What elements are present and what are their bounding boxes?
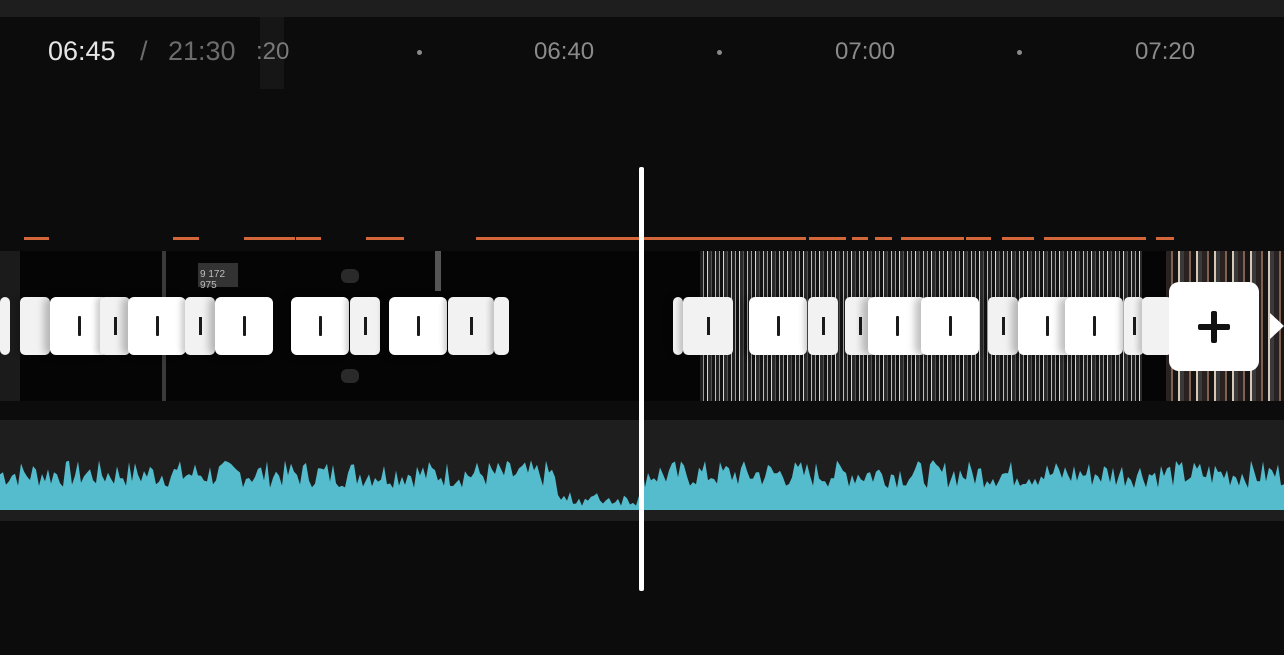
video-thumbnail xyxy=(435,251,441,291)
playhead[interactable] xyxy=(639,167,644,591)
video-thumbnail: 9 172 975 xyxy=(198,263,238,291)
total-duration: 21:30 xyxy=(168,36,236,66)
trim-handle-icon[interactable] xyxy=(350,297,380,355)
trim-handle-icon[interactable] xyxy=(128,297,186,355)
trim-handle-icon[interactable] xyxy=(389,297,447,355)
time-separator: / xyxy=(140,36,148,66)
ruler-tick-label: 06:40 xyxy=(534,38,595,65)
marker[interactable] xyxy=(244,237,295,240)
ruler-dot xyxy=(417,50,422,55)
trim-handle-icon[interactable] xyxy=(988,297,1018,355)
marker[interactable] xyxy=(1002,237,1034,240)
ruler-tick-label: 07:00 xyxy=(835,38,896,65)
trim-handle-icon[interactable] xyxy=(683,297,733,355)
trim-handle-icon[interactable] xyxy=(215,297,273,355)
marker[interactable] xyxy=(809,237,846,240)
marker[interactable] xyxy=(296,237,321,240)
video-thumbnail xyxy=(341,269,359,283)
ruler-dot xyxy=(1017,50,1022,55)
marker[interactable] xyxy=(966,237,991,240)
marker[interactable] xyxy=(173,237,199,240)
trim-handle-icon[interactable] xyxy=(100,297,130,355)
marker[interactable] xyxy=(901,237,964,240)
ruler-dot xyxy=(717,50,722,55)
trim-handle-icon[interactable] xyxy=(185,297,215,355)
trim-handle-icon[interactable] xyxy=(1142,297,1172,355)
marker[interactable] xyxy=(1156,237,1174,240)
trim-handle-icon[interactable] xyxy=(0,297,10,355)
trim-handle-icon[interactable] xyxy=(494,297,509,355)
trim-handle-icon[interactable] xyxy=(921,297,979,355)
ruler-tick-label: 07:20 xyxy=(1135,38,1196,65)
marker[interactable] xyxy=(366,237,404,240)
current-time: 06:45 xyxy=(48,36,116,66)
trim-handle-icon[interactable] xyxy=(749,297,807,355)
add-clip-button[interactable] xyxy=(1169,282,1259,371)
play-triangle-icon[interactable] xyxy=(1270,313,1284,339)
trim-handle-icon[interactable] xyxy=(868,297,926,355)
video-thumbnail xyxy=(341,369,359,383)
trim-handle-icon[interactable] xyxy=(291,297,349,355)
plus-icon xyxy=(1198,310,1230,343)
trim-handle-icon[interactable] xyxy=(1065,297,1123,355)
marker[interactable] xyxy=(852,237,868,240)
top-bar xyxy=(0,0,1284,17)
trim-handle-icon[interactable] xyxy=(673,297,683,355)
trim-handle-icon[interactable] xyxy=(808,297,838,355)
ruler-tick-label: :20 xyxy=(256,38,290,65)
clip-overlay-number: 9 172 975 xyxy=(200,269,226,291)
marker[interactable] xyxy=(875,237,892,240)
marker[interactable] xyxy=(24,237,49,240)
trim-handle-icon[interactable] xyxy=(20,297,50,355)
marker[interactable] xyxy=(1044,237,1146,240)
trim-handle-icon[interactable] xyxy=(1124,297,1144,355)
trim-handle-icon[interactable] xyxy=(448,297,494,355)
